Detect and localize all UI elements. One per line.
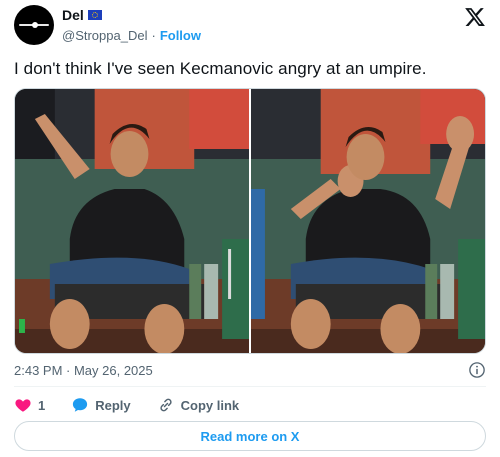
photo-player-pointing[interactable] — [15, 89, 249, 353]
heart-icon — [15, 399, 31, 412]
copy-link-label: Copy link — [180, 397, 240, 413]
info-icon[interactable] — [468, 361, 486, 379]
tweet-timestamp[interactable]: 2:43 PM · May 26, 2025 — [14, 363, 153, 378]
tweet-text: I don't think I've seen Kecmanovic angry… — [14, 59, 427, 78]
eu-flag-icon — [87, 10, 102, 20]
tweet-embed-card: Del @Stroppa_Del · Follow I don't think … — [0, 0, 500, 457]
like-button[interactable]: 1 — [14, 396, 45, 414]
author-handle[interactable]: @Stroppa_Del — [62, 28, 147, 43]
separator-dot: · — [151, 28, 156, 43]
reply-label: Reply — [95, 397, 131, 413]
author-display-name[interactable]: Del — [62, 7, 84, 23]
photo-player-raised-hands[interactable] — [251, 89, 485, 353]
divider — [14, 386, 486, 387]
x-logo-icon[interactable] — [464, 6, 486, 28]
author-name-row: Del — [62, 7, 102, 23]
copy-link-button[interactable]: Copy link — [157, 396, 240, 414]
read-more-button[interactable]: Read more on X — [14, 421, 486, 451]
like-count: 1 — [38, 397, 46, 413]
follow-link[interactable]: Follow — [160, 28, 201, 43]
author-handle-row: @Stroppa_Del · Follow — [62, 28, 201, 43]
tweet-media[interactable] — [14, 88, 486, 354]
reply-bubble-icon — [73, 398, 88, 412]
avatar[interactable] — [14, 5, 54, 45]
link-icon — [160, 398, 172, 412]
reply-button[interactable]: Reply — [71, 396, 131, 414]
action-bar: 1 Reply Copy link — [14, 396, 265, 414]
